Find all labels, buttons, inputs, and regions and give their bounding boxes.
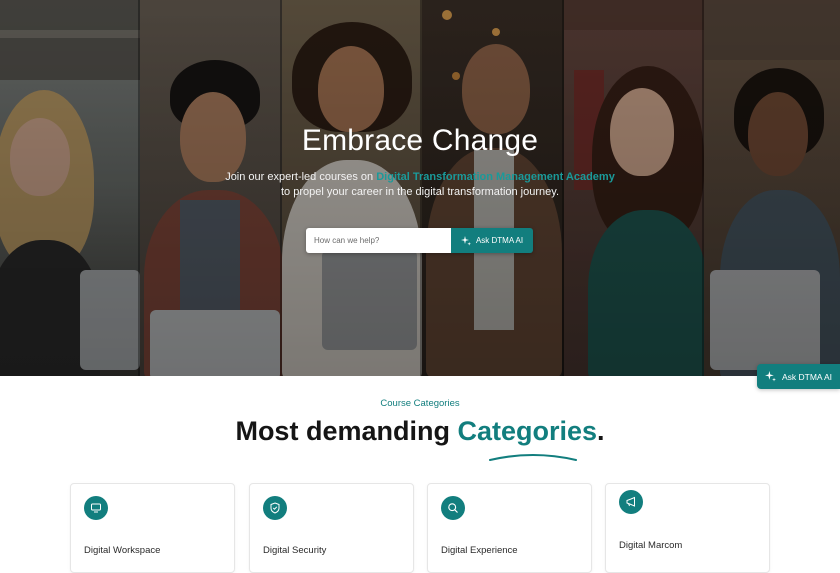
hero-banner: Embrace Change Join our expert-led cours… [0, 0, 840, 376]
sparkle-icon [764, 371, 776, 382]
academy-link[interactable]: Digital Transformation Management Academ… [376, 171, 615, 183]
ask-dtma-ai-button[interactable]: Ask DTMA AI [451, 228, 533, 253]
category-label: Digital Security [263, 545, 327, 556]
category-label: Digital Workspace [84, 545, 161, 556]
hero-subtitle: Join our expert-led courses on Digital T… [225, 171, 615, 198]
category-label: Digital Marcom [619, 540, 683, 551]
shield-icon [270, 502, 280, 514]
course-categories-section: Course Categories Most demanding Categor… [0, 376, 840, 573]
sparkle-icon [460, 235, 471, 246]
hero-search-bar: Ask DTMA AI [306, 228, 533, 253]
monitor-icon [91, 503, 101, 513]
category-label: Digital Experience [441, 545, 518, 556]
magnifier-icon [448, 503, 458, 513]
floating-ask-dtma-ai-button[interactable]: Ask DTMA AI [757, 364, 840, 389]
hero-title: Embrace Change [301, 124, 539, 157]
search-input[interactable] [306, 228, 451, 253]
section-eyebrow: Course Categories [380, 398, 460, 409]
section-heading: Most demanding Categories. [235, 416, 605, 446]
heading-underline-decoration [489, 454, 577, 461]
megaphone-icon [626, 496, 635, 507]
